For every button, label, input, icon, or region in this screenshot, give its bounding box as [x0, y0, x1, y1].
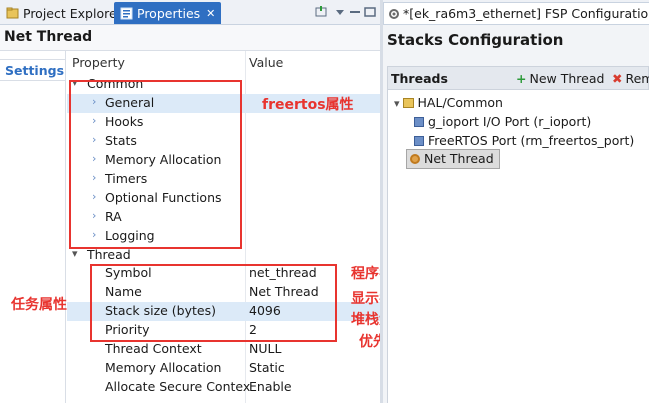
right-tab-bar: *[ek_ra6m3_ethernet] FSP Configuration ✕: [383, 0, 649, 25]
property-value[interactable]: NULL: [249, 341, 281, 356]
annotation-task-attributes: 任务属性: [11, 297, 67, 313]
tree-node-freertos-port[interactable]: FreeRTOS Port (rm_freertos_port): [414, 133, 634, 148]
annotation-box-thread: [90, 264, 337, 342]
thread-icon: [410, 154, 420, 164]
settings-column: Settings: [0, 51, 66, 403]
gear-icon: [388, 8, 400, 20]
pin-icon[interactable]: [314, 5, 328, 19]
tab-settings[interactable]: Settings: [0, 59, 66, 81]
remove-icon: ✖: [612, 71, 623, 86]
tab-fsp-configuration[interactable]: *[ek_ra6m3_ethernet] FSP Configuration ✕: [383, 2, 649, 24]
group-thread-label: Thread: [87, 247, 131, 262]
left-tab-bar: Project Explorer Properties ✕: [0, 0, 380, 25]
annotation-freertos-attributes: freertos属性: [262, 97, 354, 113]
tree-node-label: HAL/Common: [417, 95, 503, 110]
column-header-value[interactable]: Value: [249, 55, 283, 70]
add-icon: +: [516, 71, 527, 86]
module-icon: [414, 117, 424, 127]
properties-icon: [120, 7, 133, 20]
page-title: Net Thread: [4, 29, 93, 45]
tree-node-label: Net Thread: [424, 151, 494, 166]
new-thread-button[interactable]: + New Thread: [516, 71, 604, 86]
stacks-configuration-title: Stacks Configuration: [387, 31, 564, 49]
close-icon[interactable]: ✕: [206, 7, 215, 20]
threads-header: Threads + New Thread ✖ Rem: [387, 66, 649, 90]
annotation-box-common: [69, 80, 242, 249]
tree-node-hal-common[interactable]: ▾ HAL/Common: [394, 95, 503, 110]
property-value[interactable]: Enable: [249, 379, 292, 394]
tab-properties[interactable]: Properties ✕: [114, 2, 222, 24]
properties-panel: Project Explorer Properties ✕ Net Thread…: [0, 0, 407, 403]
threads-tree: ▾ HAL/Common g_ioport I/O Port (r_ioport)…: [387, 90, 649, 403]
tab-fsp-configuration-label: *[ek_ra6m3_ethernet] FSP Configuration: [403, 6, 649, 21]
remove-label: Rem: [625, 71, 649, 86]
minimize-icon[interactable]: [348, 5, 362, 19]
fsp-configuration-panel: *[ek_ra6m3_ethernet] FSP Configuration ✕…: [383, 0, 649, 403]
view-menu-icon[interactable]: [333, 5, 347, 19]
property-row-thread-context[interactable]: Thread Context NULL: [67, 340, 380, 359]
property-label: Memory Allocation: [105, 360, 222, 375]
property-row-memory-allocation-thread[interactable]: Memory Allocation Static: [67, 359, 380, 378]
property-label: Allocate Secure Contex: [105, 379, 251, 394]
property-value[interactable]: Static: [249, 360, 285, 375]
tree-node-label: FreeRTOS Port (rm_freertos_port): [428, 133, 635, 148]
tree-node-label: g_ioport I/O Port (r_ioport): [428, 114, 592, 129]
remove-button[interactable]: ✖ Rem: [612, 71, 649, 86]
column-header-property[interactable]: Property: [72, 55, 125, 70]
net-thread-item: Net Thread: [410, 151, 494, 166]
folder-icon: [402, 98, 414, 108]
tab-project-explorer[interactable]: Project Explorer: [0, 2, 128, 24]
threads-label: Threads: [391, 71, 448, 86]
tree-node-ioport[interactable]: g_ioport I/O Port (r_ioport): [414, 114, 591, 129]
chevron-down-icon[interactable]: ▾: [394, 97, 400, 110]
tab-project-explorer-label: Project Explorer: [23, 5, 122, 21]
new-thread-label: New Thread: [529, 71, 605, 86]
properties-header: Net Thread: [0, 25, 380, 51]
maximize-icon[interactable]: [363, 5, 377, 19]
property-label: Thread Context: [105, 341, 202, 356]
project-explorer-icon: [6, 7, 19, 20]
tree-node-net-thread[interactable]: Net Thread: [406, 149, 500, 169]
module-icon: [414, 136, 424, 146]
property-row-allocate-secure-context[interactable]: Allocate Secure Contex Enable: [67, 378, 380, 397]
tab-properties-label: Properties: [137, 5, 201, 21]
